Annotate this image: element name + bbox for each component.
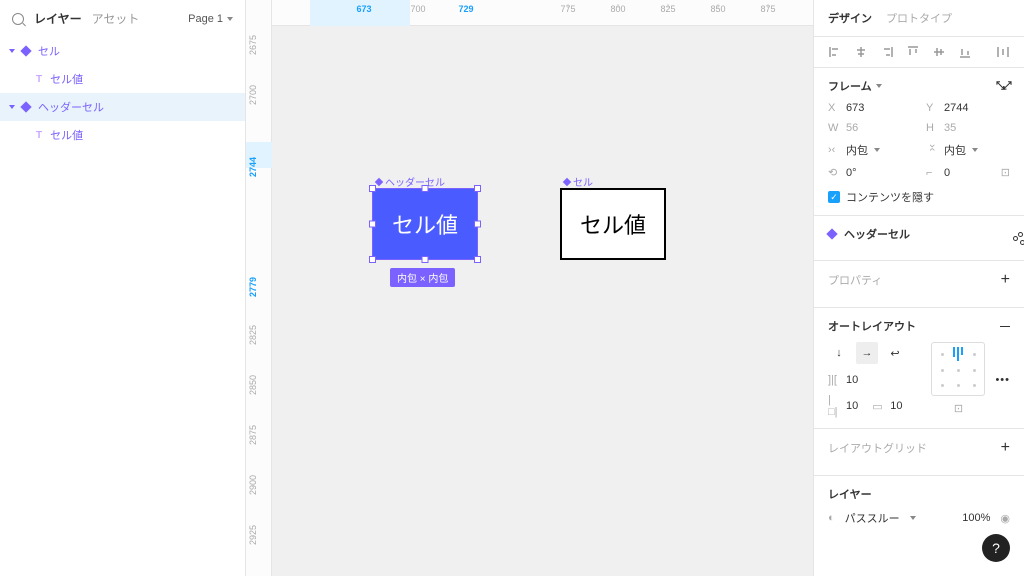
section-title: プロパティ — [828, 272, 882, 288]
padding-v-field[interactable]: ▭10 — [872, 394, 902, 418]
design-canvas[interactable]: ヘッダーセル セル値 内包 × 内包 セル セル値 — [272, 26, 813, 576]
section-title: レイヤー — [828, 486, 872, 502]
component-section: ヘッダーセル — [814, 216, 1024, 261]
rotation-field[interactable]: ⟲0° — [828, 166, 912, 179]
tab-prototype[interactable]: プロトタイプ — [886, 10, 952, 26]
align-right-icon[interactable] — [880, 45, 894, 59]
resize-v-field[interactable]: ›‹内包 — [926, 142, 1010, 158]
padding-h-field[interactable]: |□|10 — [828, 394, 858, 418]
blend-icon: ◐ — [828, 512, 835, 524]
tab-layers[interactable]: レイヤー — [34, 10, 82, 27]
gap-field[interactable]: ]|[10 — [828, 374, 921, 386]
autolayout-section: オートレイアウト ↓ → ↩ ]|[10 |□|10 ▭10 — [814, 308, 1024, 429]
alignment-row — [814, 37, 1024, 68]
resize-to-fit-icon[interactable]: ⤡⤢ — [996, 80, 1010, 93]
section-title: レイアウトグリッド — [828, 440, 927, 456]
page-selector[interactable]: Page 1 — [188, 13, 233, 25]
add-property-button[interactable]: + — [1001, 271, 1010, 289]
direction-horizontal[interactable]: → — [856, 342, 878, 364]
frame-label-selected[interactable]: ヘッダーセル — [376, 174, 445, 189]
text-icon: T — [36, 74, 42, 85]
layer-section: レイヤー ◐ パススルー 100% ◉ — [814, 476, 1024, 536]
w-field[interactable]: W56 — [828, 122, 912, 134]
more-options-icon[interactable]: ••• — [995, 374, 1010, 386]
dimensions-badge: 内包 × 内包 — [390, 268, 455, 287]
add-grid-button[interactable]: + — [1001, 439, 1010, 457]
layer-list: セル T セル値 ヘッダーセル T セル値 — [0, 37, 245, 149]
help-button[interactable]: ? — [982, 534, 1010, 562]
layer-item-text[interactable]: T セル値 — [0, 121, 245, 149]
resize-handle[interactable] — [369, 256, 376, 263]
chevron-down-icon — [910, 516, 916, 520]
blend-mode[interactable]: パススルー — [845, 510, 900, 526]
align-top-icon[interactable] — [906, 45, 920, 59]
selected-frame[interactable]: セル値 — [372, 188, 478, 260]
left-panel: レイヤー アセット Page 1 セル T セル値 ヘッダーセル T セル値 — [0, 0, 246, 576]
component-icon — [20, 45, 31, 56]
frame-label-plain[interactable]: セル — [564, 174, 593, 189]
resize-handle[interactable] — [422, 185, 429, 192]
layout-grid-section: レイアウトグリッド + — [814, 429, 1024, 476]
frame-text: セル値 — [580, 208, 646, 240]
tab-design[interactable]: デザイン — [828, 10, 872, 26]
remove-autolayout-button[interactable] — [1000, 326, 1010, 327]
caret-icon — [9, 105, 15, 109]
align-bottom-icon[interactable] — [958, 45, 972, 59]
opacity-field[interactable]: 100% — [962, 512, 990, 524]
section-title: フレーム — [828, 78, 872, 94]
chevron-down-icon[interactable] — [876, 84, 882, 88]
distribute-icon[interactable] — [996, 45, 1010, 59]
frame-cell[interactable]: セル値 — [560, 188, 666, 260]
right-panel: デザイン プロトタイプ フレーム ⤡⤢ X673 Y2744 W56 H35 ›… — [813, 0, 1024, 576]
left-panel-header: レイヤー アセット Page 1 — [0, 0, 245, 37]
layer-item-cell[interactable]: セル — [0, 37, 245, 65]
direction-vertical[interactable]: ↓ — [828, 342, 850, 364]
x-field[interactable]: X673 — [828, 102, 912, 114]
independent-padding-icon[interactable]: ⊡ — [954, 402, 963, 415]
layer-item-text[interactable]: T セル値 — [0, 65, 245, 93]
radius-field[interactable]: ⌐0⊡ — [926, 166, 1010, 179]
search-icon[interactable] — [12, 13, 24, 25]
h-field[interactable]: H35 — [926, 122, 1010, 134]
component-name: ヘッダーセル — [844, 226, 910, 242]
component-icon — [563, 177, 571, 185]
component-icon — [375, 177, 383, 185]
resize-handle[interactable] — [474, 185, 481, 192]
chevron-down-icon — [874, 148, 880, 152]
resize-handle[interactable] — [369, 221, 376, 228]
resize-handle[interactable] — [369, 185, 376, 192]
properties-section: プロパティ + — [814, 261, 1024, 308]
align-center-h-icon[interactable] — [854, 45, 868, 59]
chevron-down-icon — [227, 17, 233, 21]
section-title: オートレイアウト — [828, 318, 916, 334]
text-icon: T — [36, 130, 42, 141]
independent-corners-icon[interactable]: ⊡ — [1001, 166, 1010, 179]
resize-handle[interactable] — [422, 256, 429, 263]
horizontal-ruler[interactable]: 673 700 729 775 800 825 850 875 — [272, 0, 813, 26]
frame-section: フレーム ⤡⤢ X673 Y2744 W56 H35 ›‹内包 ›‹内包 ⟲0°… — [814, 68, 1024, 216]
frame-text: セル値 — [392, 208, 458, 240]
alignment-grid[interactable] — [931, 342, 985, 396]
tab-assets[interactable]: アセット — [92, 10, 140, 27]
chevron-down-icon — [972, 148, 978, 152]
checkbox-icon — [828, 191, 840, 203]
canvas-area: 2675 2700 2744 2779 2825 2850 2875 2900 … — [246, 0, 813, 576]
direction-wrap[interactable]: ↩ — [884, 342, 906, 364]
component-icon — [826, 228, 837, 239]
layer-item-header-cell[interactable]: ヘッダーセル — [0, 93, 245, 121]
align-center-v-icon[interactable] — [932, 45, 946, 59]
clip-content-check[interactable]: コンテンツを隠す — [828, 189, 1010, 205]
resize-handle[interactable] — [474, 221, 481, 228]
resize-handle[interactable] — [474, 256, 481, 263]
right-panel-tabs: デザイン プロトタイプ — [814, 0, 1024, 37]
align-left-icon[interactable] — [828, 45, 842, 59]
resize-h-field[interactable]: ›‹内包 — [828, 142, 912, 158]
vertical-ruler[interactable]: 2675 2700 2744 2779 2825 2850 2875 2900 … — [246, 0, 272, 576]
visibility-icon[interactable]: ◉ — [1000, 512, 1010, 525]
component-icon — [20, 101, 31, 112]
caret-icon — [9, 49, 15, 53]
y-field[interactable]: Y2744 — [926, 102, 1010, 114]
